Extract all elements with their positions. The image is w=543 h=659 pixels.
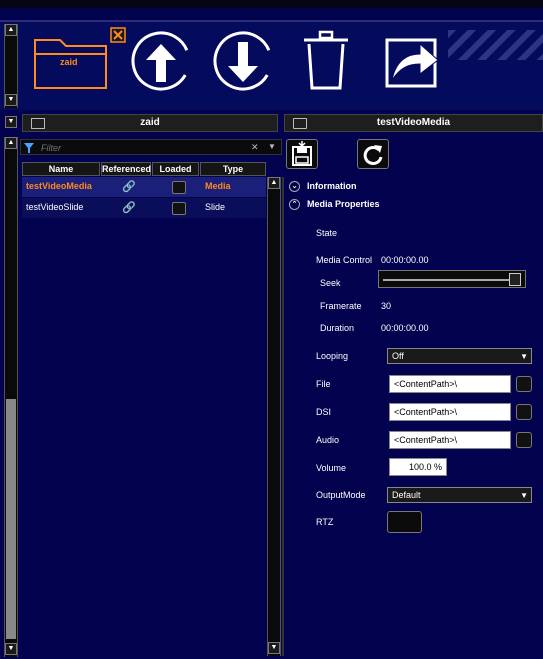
framerate-label: Framerate [320, 301, 362, 311]
list-scrollbar[interactable]: ▲ ▼ [267, 177, 281, 656]
export-button[interactable] [384, 30, 440, 92]
link-icon: 🔗 [122, 181, 136, 193]
dsi-field[interactable]: <ContentPath>\ [389, 403, 511, 421]
close-icon [110, 27, 126, 43]
table-row[interactable]: testVideoMedia 🔗 Media [22, 177, 266, 197]
file-label: File [316, 379, 331, 389]
looping-label: Looping [316, 351, 349, 361]
media-small-icon [293, 118, 307, 129]
dsi-label: DSI [316, 407, 332, 417]
refresh-button[interactable] [357, 139, 389, 169]
seek-slider[interactable] [378, 270, 526, 288]
row-type: Slide [205, 202, 226, 212]
dropdown-arrow-icon: ▼ [520, 352, 528, 361]
save-icon [292, 141, 312, 166]
title-bar [0, 0, 543, 8]
scroll-down-button[interactable]: ▼ [268, 642, 280, 654]
right-panel-header: testVideoMedia [284, 114, 543, 132]
looping-select-value: Off [392, 351, 404, 361]
looping-select[interactable]: Off ▼ [387, 348, 532, 364]
collapse-button[interactable]: ▼ [5, 116, 17, 128]
properties-panel [284, 137, 543, 657]
chevron-up-icon: ⌃ [289, 199, 300, 210]
column-header-loaded[interactable]: Loaded [152, 162, 199, 176]
media-control-label: Media Control [316, 255, 373, 265]
loaded-checkbox[interactable] [172, 202, 186, 215]
folder-label: zaid [60, 57, 78, 67]
scroll-up-button[interactable]: ▲ [268, 177, 280, 189]
file-field[interactable]: <ContentPath>\ [389, 375, 511, 393]
decorative-stripes [448, 30, 543, 60]
toolbar-scrollbar[interactable]: ▲ ▼ [4, 24, 18, 108]
row-name: testVideoSlide [26, 202, 84, 212]
folder-small-icon [31, 118, 45, 129]
loaded-checkbox[interactable] [172, 181, 186, 194]
audio-field[interactable]: <ContentPath>\ [389, 431, 511, 449]
filter-dropdown-icon[interactable]: ▼ [268, 142, 276, 151]
duration-label: Duration [320, 323, 355, 333]
scroll-thumb[interactable] [6, 399, 16, 639]
left-panel-header: zaid [22, 114, 278, 132]
close-folder-button[interactable] [110, 27, 126, 43]
scroll-down-button[interactable]: ▼ [5, 94, 17, 106]
scroll-up-button[interactable]: ▲ [5, 137, 17, 149]
column-header-type[interactable]: Type [200, 162, 266, 176]
delete-button[interactable] [300, 30, 352, 92]
outer-scrollbar[interactable]: ▲ ▼ [4, 137, 18, 657]
download-button[interactable] [212, 30, 274, 92]
output-mode-select-value: Default [392, 490, 421, 500]
column-header-name[interactable]: Name [22, 162, 100, 176]
dropdown-arrow-icon: ▼ [520, 491, 528, 500]
media-control-value: 00:00:00.00 [381, 255, 429, 265]
share-icon [385, 38, 439, 88]
refresh-icon [363, 145, 383, 165]
volume-field[interactable]: 100.0 % [389, 458, 447, 476]
audio-browse-button[interactable] [516, 432, 532, 448]
folder-button[interactable]: zaid [30, 30, 110, 92]
rtz-button[interactable] [387, 511, 422, 533]
seek-track [383, 279, 513, 281]
upload-button[interactable] [130, 30, 192, 92]
scroll-up-button[interactable]: ▲ [5, 24, 17, 36]
dsi-browse-button[interactable] [516, 404, 532, 420]
save-button[interactable] [286, 139, 318, 169]
duration-value: 00:00:00.00 [381, 323, 429, 333]
framerate-value: 30 [381, 301, 392, 311]
output-mode-select[interactable]: Default ▼ [387, 487, 532, 503]
section-media-properties-label: Media Properties [307, 199, 380, 209]
output-mode-label: OutputMode [316, 490, 366, 500]
clear-filter-icon[interactable]: ✕ [251, 142, 259, 153]
row-name: testVideoMedia [26, 181, 92, 191]
upload-arrow-icon [131, 31, 191, 91]
section-information-label: Information [307, 181, 357, 191]
volume-label: Volume [316, 463, 347, 473]
seek-label: Seek [320, 278, 341, 288]
left-panel-title: zaid [140, 117, 160, 128]
trash-icon [304, 30, 348, 90]
state-label: State [316, 228, 338, 238]
seek-thumb[interactable] [509, 273, 521, 286]
properties-divider [282, 177, 284, 656]
filter-icon [24, 143, 34, 153]
file-browse-button[interactable] [516, 376, 532, 392]
scroll-down-button[interactable]: ▼ [5, 643, 17, 655]
column-header-referenced[interactable]: Referenced [101, 162, 151, 176]
chevron-down-icon: ⌄ [289, 181, 300, 192]
filter-bar: ✕ ▼ [20, 139, 282, 155]
right-panel-title: testVideoMedia [376, 117, 451, 128]
audio-label: Audio [316, 435, 340, 445]
row-type: Media [205, 181, 231, 191]
download-arrow-icon [213, 31, 273, 91]
table-row[interactable]: testVideoSlide 🔗 Slide [22, 198, 266, 218]
filter-input[interactable] [39, 141, 243, 155]
rtz-label: RTZ [316, 517, 334, 527]
link-icon: 🔗 [122, 202, 136, 214]
